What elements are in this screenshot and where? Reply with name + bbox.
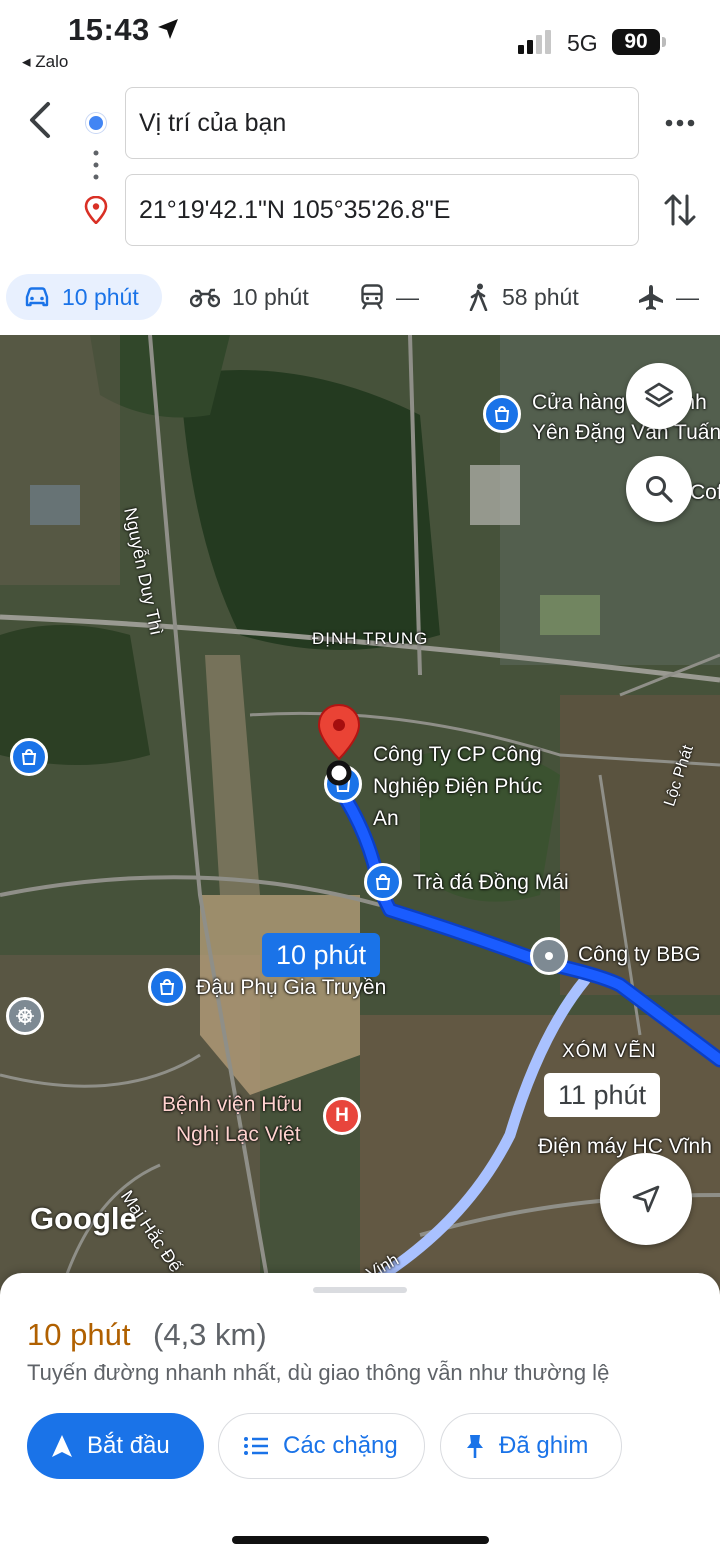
pin-button[interactable]: Đã ghim <box>440 1413 622 1479</box>
navigation-arrow-icon <box>632 1185 660 1213</box>
place-benh-vien-1[interactable]: Bệnh viện Hữu <box>162 1093 302 1117</box>
shop-icon[interactable] <box>483 395 521 433</box>
recenter-button[interactable] <box>600 1153 692 1245</box>
service-icon[interactable] <box>6 997 44 1035</box>
alt-route-eta-label[interactable]: 11 phút <box>544 1073 661 1117</box>
tab-walk[interactable]: 58 phút <box>468 274 579 320</box>
shop-icon[interactable] <box>364 863 402 901</box>
tab-motorbike-label: 10 phút <box>232 283 309 310</box>
layers-button[interactable] <box>626 363 692 429</box>
tab-car-label: 10 phút <box>62 283 139 310</box>
tab-transit[interactable]: — <box>360 274 419 320</box>
place-marker-icon[interactable] <box>530 937 568 975</box>
route-summary-sheet: 10 phút (4,3 km) Tuyến đường nhanh nhất,… <box>0 1273 720 1557</box>
steps-button[interactable]: Các chặng <box>218 1413 425 1479</box>
place-cong-ty-bbg[interactable]: Công ty BBG <box>578 943 701 967</box>
shop-icon[interactable] <box>10 738 48 776</box>
search-icon <box>646 476 673 503</box>
motorbike-icon <box>190 288 220 308</box>
destination-marker-icon[interactable] <box>316 703 362 787</box>
travel-mode-tabs: 10 phút 10 phút — 58 phút — <box>0 272 720 324</box>
swap-icon[interactable] <box>662 190 698 230</box>
place-cof[interactable]: Cof <box>690 481 720 505</box>
place-dau-phu[interactable]: Đậu Phụ Gia Truyền <box>196 976 386 1000</box>
place-tra-da[interactable]: Trà đá Đồng Mái <box>413 871 569 895</box>
sheet-handle[interactable] <box>313 1287 407 1293</box>
label-dinh-trung: ĐỊNH TRUNG <box>312 629 429 648</box>
navigation-icon <box>52 1435 72 1457</box>
search-along-route-button[interactable] <box>626 456 692 522</box>
tab-car[interactable]: 10 phút <box>6 274 162 320</box>
route-dots-icon <box>93 150 99 180</box>
tab-flight-label: — <box>676 283 699 310</box>
battery-tip <box>662 37 666 47</box>
origin-dot-icon <box>86 113 106 133</box>
destination-field[interactable]: 21°19'42.1"N 105°35'26.8"E <box>125 174 639 246</box>
location-arrow-icon <box>158 19 178 39</box>
place-dien-may[interactable]: Điện máy HC Vĩnh <box>538 1135 712 1159</box>
battery-icon: 90 <box>612 29 660 55</box>
place-shop-top-2[interactable]: Yên Đặng Văn Tuấn <box>532 421 720 445</box>
route-eta-label[interactable]: 10 phút <box>262 933 381 977</box>
pin-icon <box>467 1435 483 1458</box>
transit-icon <box>361 284 383 310</box>
place-benh-vien-2[interactable]: Nghị Lạc Việt <box>176 1123 301 1147</box>
map-view[interactable]: ĐỊNH TRUNG Nguyễn Duy Thì Lộc Phát XÓM V… <box>0 335 720 1295</box>
car-icon <box>25 287 49 307</box>
airplane-icon <box>639 285 663 310</box>
route-note: Tuyến đường nhanh nhất, dù giao thông vẫ… <box>27 1360 610 1385</box>
list-icon <box>244 1437 268 1455</box>
place-cong-ty-2[interactable]: Nghiệp Điện Phúc <box>373 775 542 799</box>
google-logo: Google <box>30 1201 137 1236</box>
origin-field[interactable]: Vị trí của bạn <box>125 87 639 159</box>
route-distance: (4,3 km) <box>153 1317 267 1352</box>
tab-walk-label: 58 phút <box>502 283 579 310</box>
more-options-icon[interactable] <box>660 108 700 138</box>
status-bar: 15:43 ◂ Zalo 5G 90 <box>0 0 720 80</box>
route-duration: 10 phút <box>27 1317 131 1352</box>
status-time: 15:43 <box>68 12 150 47</box>
home-indicator[interactable] <box>232 1536 489 1544</box>
pin-button-label: Đã ghim <box>499 1432 589 1459</box>
tab-flight[interactable]: — <box>638 274 699 320</box>
label-xom-ven: XÓM VẼN <box>562 1041 657 1062</box>
start-button[interactable]: Bắt đầu <box>27 1413 204 1479</box>
place-cong-ty-3[interactable]: An <box>373 807 399 831</box>
back-to-app-link[interactable]: ◂ Zalo <box>22 52 68 72</box>
steps-button-label: Các chặng <box>283 1432 398 1459</box>
tab-transit-label: — <box>396 283 419 310</box>
shop-icon[interactable] <box>148 968 186 1006</box>
destination-pin-icon <box>84 196 108 224</box>
start-button-label: Bắt đầu <box>87 1432 170 1459</box>
layers-icon <box>644 382 674 408</box>
back-arrow-icon[interactable] <box>20 98 60 142</box>
tab-motorbike[interactable]: 10 phút <box>190 274 309 320</box>
hospital-icon[interactable]: H <box>323 1097 361 1135</box>
signal-icon <box>518 30 551 54</box>
walk-icon <box>469 283 488 311</box>
network-type: 5G <box>567 30 598 56</box>
place-cong-ty-1[interactable]: Công Ty CP Công <box>373 743 542 767</box>
